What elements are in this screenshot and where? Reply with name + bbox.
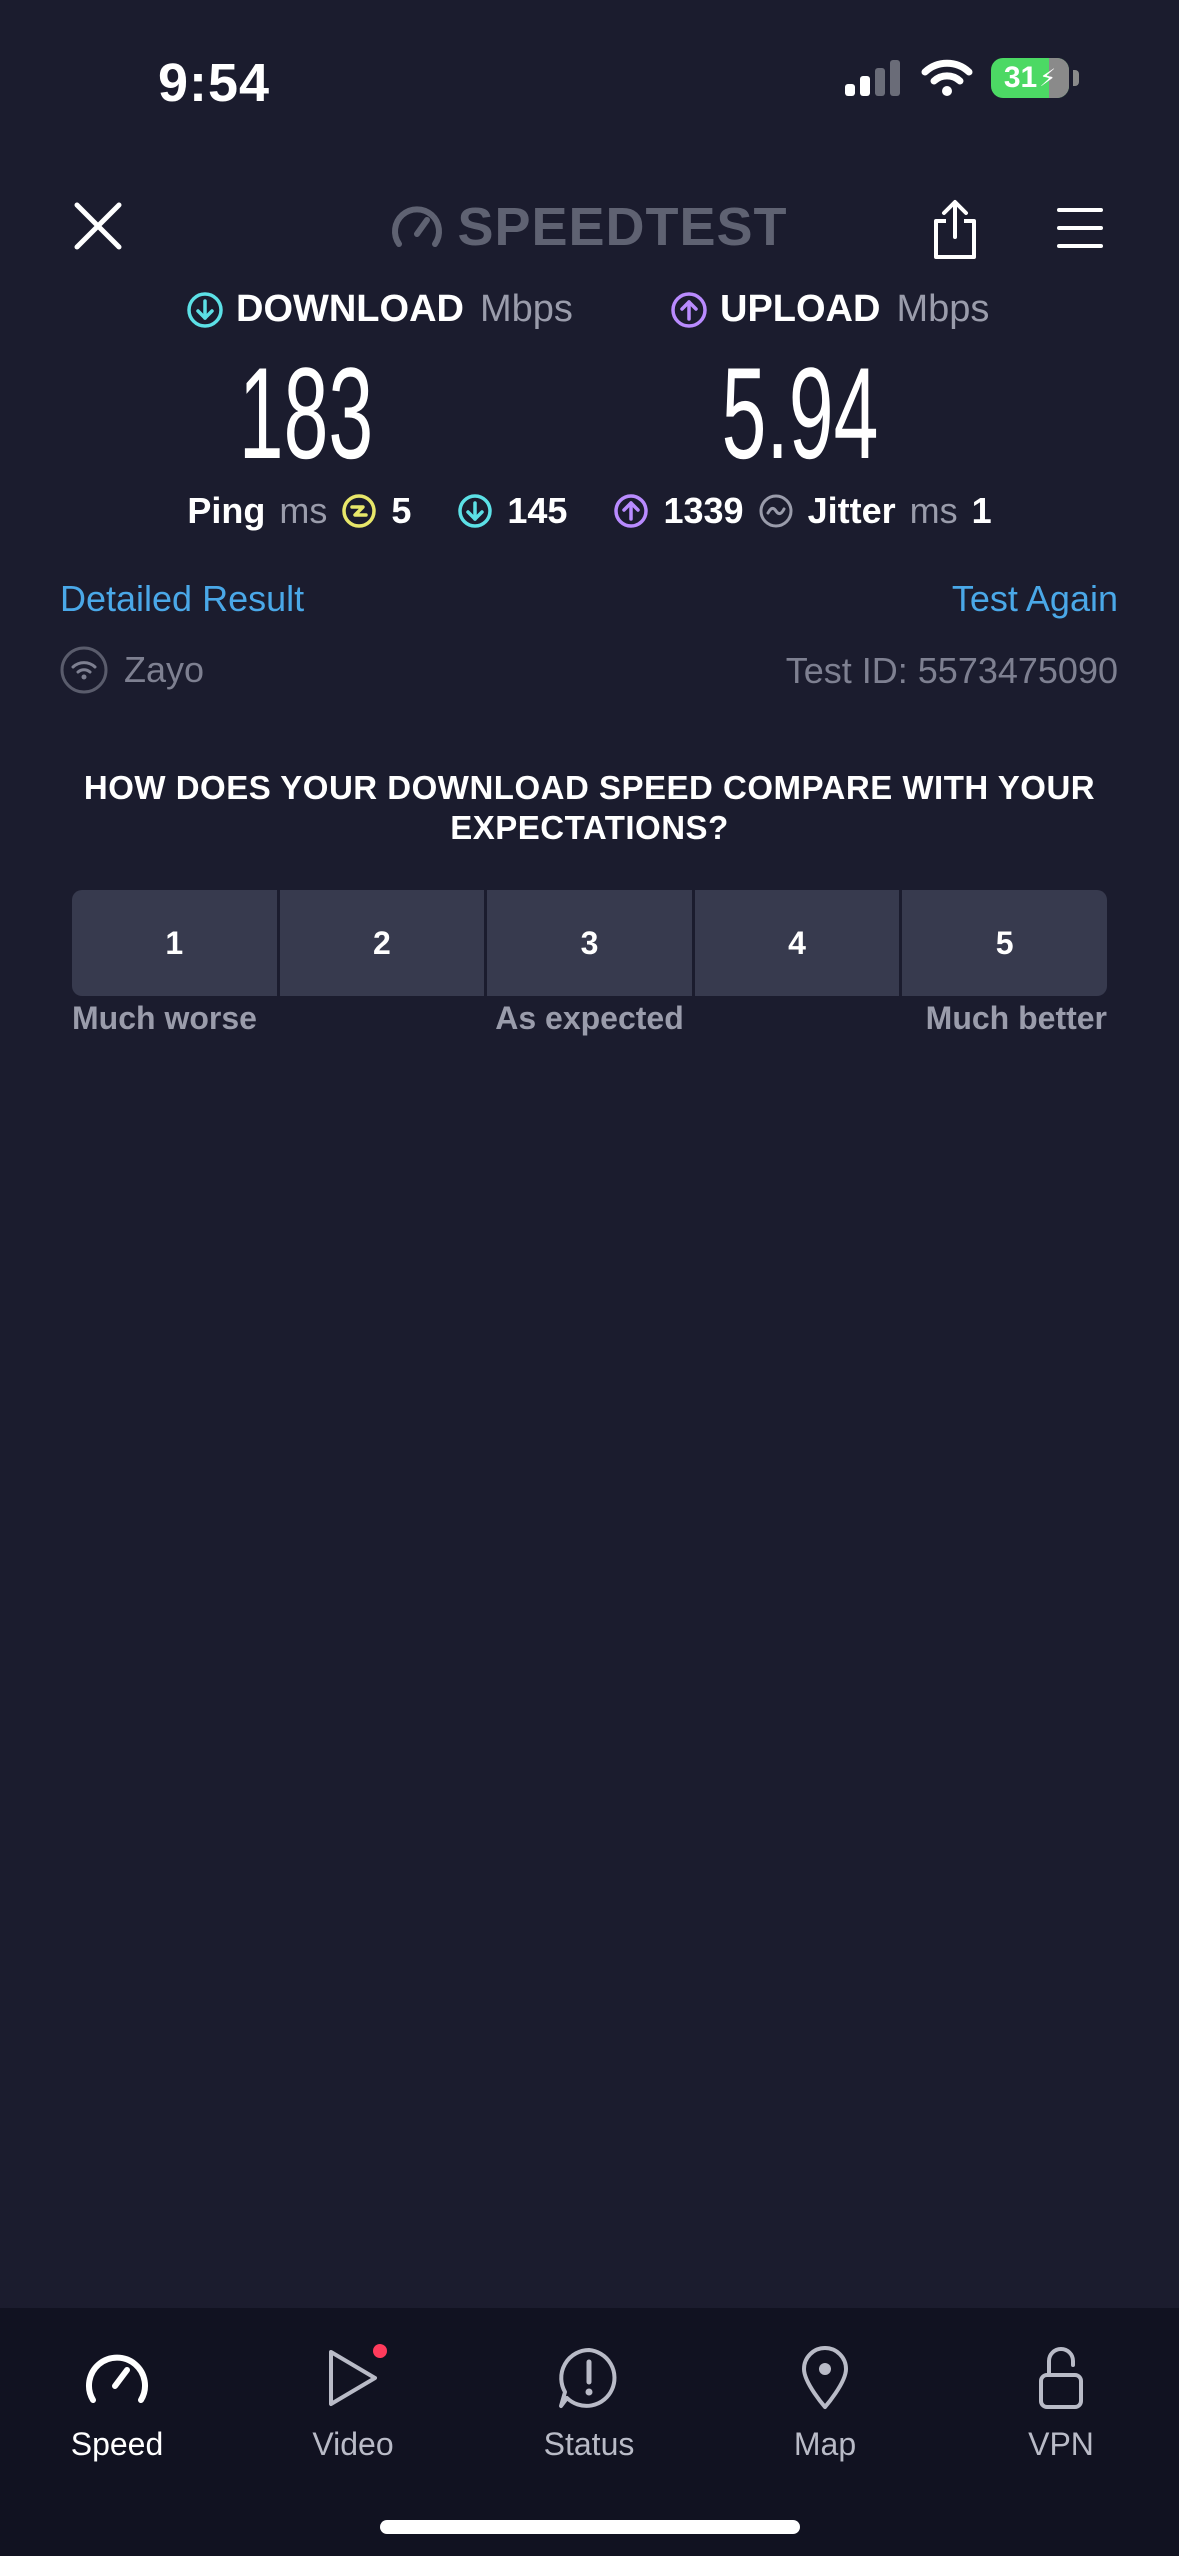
download-speed-value: 183 (238, 340, 374, 486)
wifi-icon (921, 59, 973, 96)
upload-unit: Mbps (896, 288, 990, 330)
survey-question: HOW DOES YOUR DOWNLOAD SPEED COMPARE WIT… (83, 769, 1096, 846)
menu-button[interactable] (1048, 196, 1112, 260)
ping-row: Ping ms 5 145 1339 Jitter ms 1 (0, 490, 1179, 532)
tab-map-label: Map (793, 2426, 857, 2462)
ping-unit: ms (279, 490, 328, 531)
tab-vpn[interactable]: VPN (961, 2338, 1161, 2463)
detailed-result-link[interactable]: Detailed Result (60, 578, 304, 620)
unlock-icon (1037, 2338, 1085, 2418)
rating-option-2[interactable]: 2 (276, 890, 485, 996)
rating-option-3[interactable]: 3 (484, 890, 692, 996)
jitter-unit: ms (909, 490, 958, 531)
ping-idle-value: 5 (391, 490, 412, 531)
tab-video-label: Video (312, 2426, 394, 2462)
cellular-signal-icon (845, 60, 900, 96)
ping-upload-value: 1339 (663, 490, 744, 531)
play-icon (325, 2338, 387, 2418)
upload-label: UPLOAD (720, 288, 881, 330)
speedtest-logo: SPEEDTEST (0, 196, 1179, 258)
upload-label-group: UPLOAD Mbps (670, 288, 989, 331)
tab-vpn-label: VPN (1028, 2426, 1094, 2462)
status-time: 9:54 (158, 53, 271, 113)
wifi-circle-icon (60, 646, 108, 694)
ping-label: Ping (187, 490, 266, 531)
ping-download-value: 145 (507, 490, 568, 531)
download-unit: Mbps (479, 288, 573, 330)
brand-name: SPEEDTEST (457, 197, 788, 257)
tab-speed-label: Speed (70, 2426, 164, 2462)
hamburger-menu-icon (1057, 208, 1103, 248)
tab-status[interactable]: Status (489, 2338, 689, 2463)
map-pin-icon (800, 2338, 850, 2418)
tab-bar: Speed Video Status Map VPN (0, 2308, 1179, 2556)
alert-bubble-icon (557, 2338, 621, 2418)
isp-info: Zayo (60, 646, 204, 694)
tab-video[interactable]: Video (253, 2338, 453, 2463)
rating-option-1[interactable]: 1 (72, 890, 277, 996)
battery-icon: 31 ⚡ (991, 58, 1069, 98)
notification-dot (373, 2344, 387, 2358)
battery-nub (1073, 70, 1079, 86)
tab-map[interactable]: Map (725, 2338, 925, 2463)
rating-scale: 1 2 3 4 5 (72, 890, 1107, 996)
share-icon (934, 200, 976, 259)
caption-much-better: Much better (925, 1000, 1107, 1036)
test-id: Test ID: 5573475090 (785, 650, 1118, 691)
jitter-value: 1 (971, 490, 992, 531)
ping-download-icon (458, 494, 493, 528)
jitter-label: Jitter (807, 490, 896, 531)
isp-name: Zayo (124, 649, 205, 690)
rating-option-4[interactable]: 4 (691, 890, 900, 996)
download-arrow-icon (187, 291, 223, 328)
gauge-logo-icon (392, 206, 443, 247)
download-label: DOWNLOAD (236, 288, 464, 330)
rating-option-5[interactable]: 5 (899, 890, 1107, 996)
test-again-link[interactable]: Test Again (952, 578, 1118, 620)
battery-level: 31 (1003, 61, 1038, 94)
idle-ping-icon (342, 494, 377, 528)
share-button[interactable] (920, 190, 990, 270)
tab-status-label: Status (543, 2426, 635, 2462)
upload-arrow-icon (671, 291, 707, 328)
jitter-icon (759, 494, 793, 528)
charging-bolt-icon: ⚡ (1039, 64, 1057, 92)
download-label-group: DOWNLOAD Mbps (186, 288, 573, 331)
home-indicator[interactable] (380, 2520, 800, 2534)
tab-speed[interactable]: Speed (17, 2338, 217, 2463)
speedometer-icon (85, 2338, 149, 2418)
status-icons: 31 ⚡ (845, 58, 1079, 98)
ping-upload-icon (614, 494, 649, 528)
upload-speed-value: 5.94 (721, 340, 879, 486)
